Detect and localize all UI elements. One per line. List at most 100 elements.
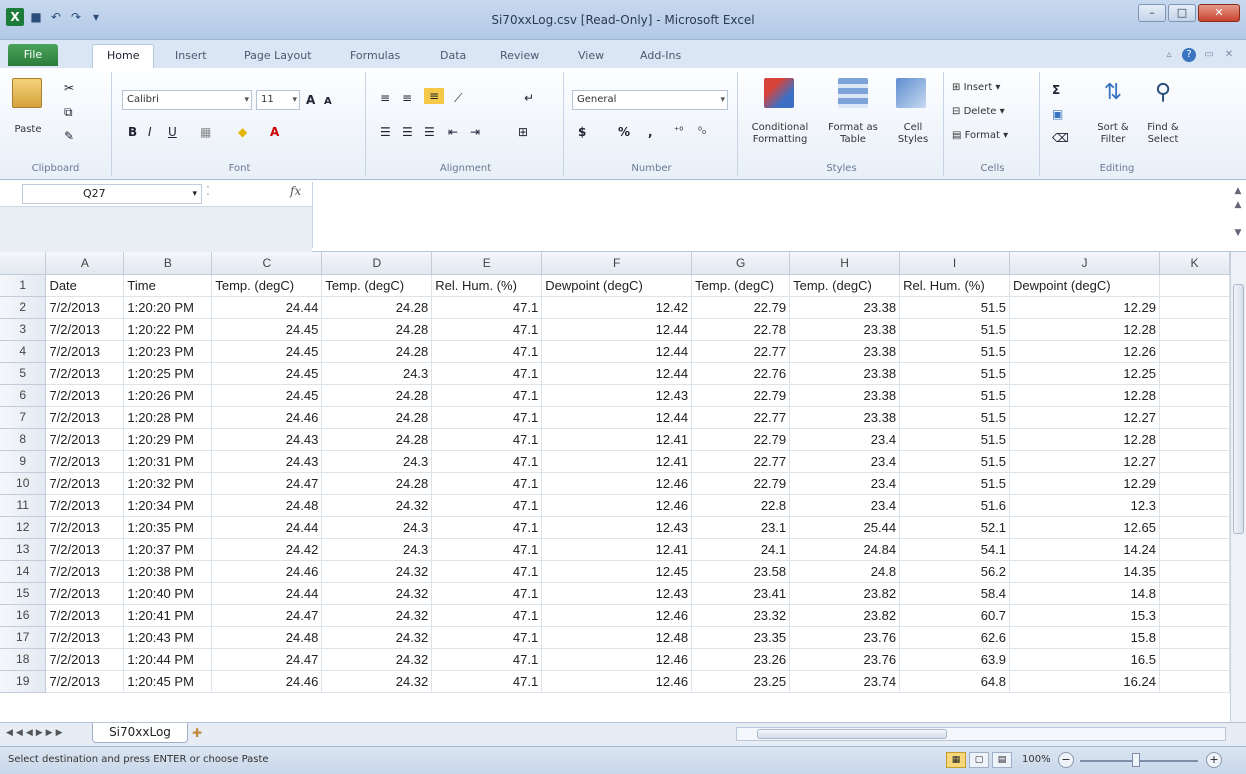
cell[interactable]: 7/2/2013 <box>45 340 125 363</box>
column-header[interactable]: G <box>691 252 791 275</box>
zoom-level[interactable]: 100% <box>1022 754 1051 765</box>
row-header[interactable]: 1 <box>0 274 47 297</box>
cell[interactable]: 7/2/2013 <box>45 318 125 341</box>
cell[interactable]: 24.84 <box>789 538 901 561</box>
cell[interactable]: Temp. (degC) <box>211 274 323 297</box>
increase-indent-icon[interactable]: ⇥ <box>470 124 480 140</box>
cell[interactable]: 24.43 <box>211 450 323 473</box>
cell[interactable]: Temp. (degC) <box>321 274 433 297</box>
column-header[interactable]: J <box>1009 252 1160 275</box>
align-bottom-icon[interactable]: ≡ <box>424 88 444 104</box>
cell[interactable]: 23.74 <box>789 670 901 693</box>
cell[interactable] <box>1159 670 1230 693</box>
cell[interactable]: 7/2/2013 <box>45 582 125 605</box>
cell[interactable] <box>1159 626 1230 649</box>
cell[interactable]: 12.43 <box>541 516 693 539</box>
cell[interactable]: 23.41 <box>691 582 791 605</box>
shrink-font-button[interactable]: A <box>324 94 332 110</box>
name-box[interactable]: Q27 ▾ <box>22 184 202 204</box>
clear-icon[interactable]: ⌫ <box>1052 130 1069 146</box>
cell[interactable]: 24.32 <box>321 626 433 649</box>
close-button[interactable]: ✕ <box>1198 4 1240 22</box>
cell[interactable]: 7/2/2013 <box>45 494 125 517</box>
zoom-in-icon[interactable]: + <box>1206 752 1222 768</box>
format-as-table-icon[interactable] <box>838 78 868 108</box>
cell[interactable]: 24.45 <box>211 362 323 385</box>
align-top-icon[interactable]: ≡ <box>380 90 390 106</box>
cell[interactable] <box>1159 538 1230 561</box>
cell[interactable]: 12.27 <box>1009 450 1160 473</box>
cell[interactable]: 24.44 <box>211 296 323 319</box>
cell[interactable]: 24.45 <box>211 318 323 341</box>
cell[interactable]: 7/2/2013 <box>45 670 125 693</box>
cell[interactable]: 1:20:41 PM <box>123 604 213 627</box>
decrease-indent-icon[interactable]: ⇤ <box>448 124 458 140</box>
cell[interactable]: 24.46 <box>211 560 323 583</box>
wrap-text-icon[interactable]: ↵ <box>524 90 534 106</box>
paste-icon[interactable] <box>12 78 42 108</box>
cell[interactable]: 12.41 <box>541 538 693 561</box>
binoculars-icon[interactable]: ⚲ <box>1148 78 1178 108</box>
cell[interactable]: 47.1 <box>431 406 543 429</box>
cell[interactable]: 24.1 <box>691 538 791 561</box>
font-size-combo[interactable]: 11 ▾ <box>256 90 300 110</box>
column-header[interactable]: K <box>1159 252 1230 275</box>
cell[interactable] <box>1159 340 1230 363</box>
page-break-view-icon[interactable]: ▤ <box>992 752 1012 768</box>
cell[interactable]: 12.28 <box>1009 428 1160 451</box>
cell[interactable]: 47.1 <box>431 472 543 495</box>
cell[interactable]: 24.32 <box>321 648 433 671</box>
format-cells-button[interactable]: ▤ Format ▾ <box>952 130 1008 142</box>
paste-button[interactable]: Paste <box>2 124 54 136</box>
insert-cells-button[interactable]: ⊞ Insert ▾ <box>952 82 1000 94</box>
tab-file[interactable]: File <box>8 44 58 66</box>
cell[interactable]: 24.45 <box>211 340 323 363</box>
cell[interactable]: 47.1 <box>431 362 543 385</box>
cell[interactable]: 1:20:37 PM <box>123 538 213 561</box>
cell[interactable]: 51.5 <box>899 296 1011 319</box>
cell[interactable]: 22.77 <box>691 406 791 429</box>
format-as-table-button[interactable]: Format as Table <box>822 122 884 146</box>
cell[interactable]: 23.38 <box>789 406 901 429</box>
cell[interactable]: 12.28 <box>1009 318 1160 341</box>
grow-font-button[interactable]: A <box>306 92 315 108</box>
cell[interactable]: 1:20:29 PM <box>123 428 213 451</box>
cell[interactable]: 12.3 <box>1009 494 1160 517</box>
format-painter-icon[interactable]: ✎ <box>64 128 74 144</box>
cell[interactable]: 24.32 <box>321 494 433 517</box>
cell[interactable]: 62.6 <box>899 626 1011 649</box>
page-layout-view-icon[interactable]: ▢ <box>969 752 989 768</box>
cell[interactable]: 24.3 <box>321 516 433 539</box>
cell[interactable]: 12.42 <box>541 296 693 319</box>
maximize-button[interactable]: □ <box>1168 4 1196 22</box>
tab-view[interactable]: View <box>578 46 604 68</box>
cell[interactable]: 7/2/2013 <box>45 560 125 583</box>
cell[interactable]: 7/2/2013 <box>45 648 125 671</box>
cell[interactable]: 1:20:26 PM <box>123 384 213 407</box>
conditional-formatting-button[interactable]: Conditional Formatting <box>742 122 818 146</box>
sheet-tab[interactable]: Si70xxLog <box>92 723 188 743</box>
cell[interactable] <box>1159 450 1230 473</box>
cell[interactable]: 7/2/2013 <box>45 538 125 561</box>
cell[interactable]: 23.1 <box>691 516 791 539</box>
cell[interactable]: 12.44 <box>541 340 693 363</box>
column-header[interactable]: H <box>789 252 901 275</box>
cell[interactable]: 1:20:43 PM <box>123 626 213 649</box>
cell[interactable]: 12.48 <box>541 626 693 649</box>
cell[interactable]: 24.47 <box>211 472 323 495</box>
fill-color-icon[interactable]: ◆ <box>238 124 247 140</box>
vertical-scrollbar[interactable] <box>1230 252 1246 722</box>
ribbon-collapse-icon[interactable]: ▵ <box>1162 48 1176 62</box>
cell[interactable]: 12.44 <box>541 318 693 341</box>
cell-styles-button[interactable]: Cell Styles <box>888 122 938 146</box>
cell[interactable]: 24.28 <box>321 384 433 407</box>
cell[interactable]: 23.76 <box>789 648 901 671</box>
tab-formulas[interactable]: Formulas <box>350 46 400 68</box>
cell[interactable]: 23.4 <box>789 450 901 473</box>
cell[interactable]: 23.4 <box>789 494 901 517</box>
cell[interactable]: 54.1 <box>899 538 1011 561</box>
cell[interactable]: 47.1 <box>431 384 543 407</box>
normal-view-icon[interactable]: ▦ <box>946 752 966 768</box>
cell[interactable]: 1:20:34 PM <box>123 494 213 517</box>
workbook-close-icon[interactable]: ✕ <box>1222 48 1236 62</box>
